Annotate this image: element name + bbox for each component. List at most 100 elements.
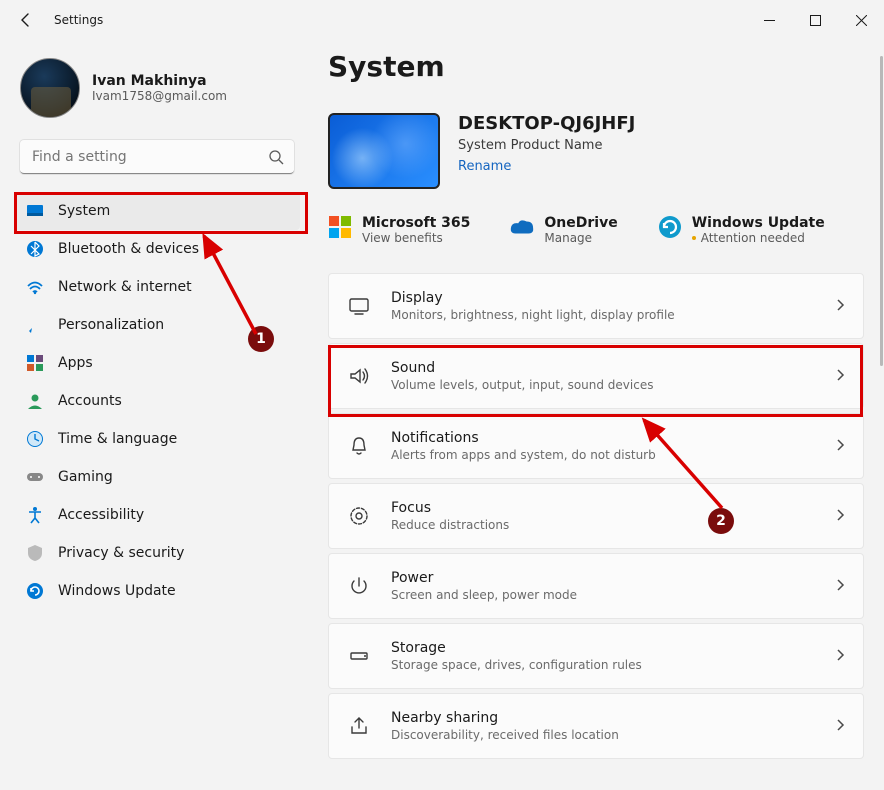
avatar [20, 58, 80, 118]
gaming-icon [26, 468, 44, 486]
sidebar-item-label: Network & internet [58, 279, 192, 295]
profile-block[interactable]: Ivan Makhinya Ivam1758@gmail.com [14, 52, 300, 136]
sidebar-item-label: Bluetooth & devices [58, 241, 199, 257]
service-title: Windows Update [692, 215, 825, 231]
services-row: Microsoft 365View benefits OneDriveManage… [328, 215, 864, 245]
titlebar: Settings [0, 0, 884, 40]
card-subtitle: Reduce distractions [391, 518, 815, 532]
service-subtitle: Attention needed [692, 231, 825, 245]
card-storage[interactable]: Storage Storage space, drives, configurat… [328, 623, 864, 689]
winupdate-icon [658, 215, 682, 239]
card-title: Power [391, 570, 815, 586]
window-controls [746, 0, 884, 40]
card-power[interactable]: Power Screen and sleep, power mode [328, 553, 864, 619]
profile-email: Ivam1758@gmail.com [92, 89, 227, 103]
main-content: System DESKTOP-QJ6JHFJ System Product Na… [310, 40, 884, 790]
maximize-button[interactable] [792, 0, 838, 40]
storage-icon [347, 644, 371, 668]
card-nearby-sharing[interactable]: Nearby sharingDiscoverability, received … [328, 693, 864, 759]
card-subtitle: Volume levels, output, input, sound devi… [391, 378, 815, 392]
sidebar-item-system[interactable]: System [14, 192, 300, 230]
card-title: Sound [391, 360, 815, 376]
apps-icon [26, 354, 44, 372]
sidebar-item-label: Accessibility [58, 507, 144, 523]
service-onedrive[interactable]: OneDriveManage [510, 215, 617, 245]
card-focus[interactable]: Focus Reduce distractions [328, 483, 864, 549]
sidebar-item-label: Time & language [58, 431, 177, 447]
update-icon [26, 582, 44, 600]
device-product-name: System Product Name [458, 138, 635, 153]
scrollbar-thumb[interactable] [880, 56, 883, 366]
wifi-icon [26, 278, 44, 296]
chevron-right-icon [835, 437, 845, 456]
chevron-right-icon [835, 297, 845, 316]
power-icon [347, 574, 371, 598]
sidebar-item-accounts[interactable]: Accounts [14, 382, 300, 420]
minimize-button[interactable] [746, 0, 792, 40]
sidebar-item-label: Personalization [58, 317, 164, 333]
card-title: Focus [391, 500, 815, 516]
system-icon [26, 202, 44, 220]
sound-icon [347, 364, 371, 388]
sidebar-item-personalization[interactable]: Personalization [14, 306, 300, 344]
service-windows-update[interactable]: Windows UpdateAttention needed [658, 215, 825, 245]
card-subtitle: Storage space, drives, configuration rul… [391, 658, 815, 672]
chevron-right-icon [835, 507, 845, 526]
card-title: Notifications [391, 430, 815, 446]
sidebar-item-windows-update[interactable]: Windows Update [14, 572, 300, 610]
card-subtitle: Monitors, brightness, night light, displ… [391, 308, 815, 322]
sidebar-item-label: Privacy & security [58, 545, 184, 561]
sidebar-item-label: Gaming [58, 469, 113, 485]
device-name: DESKTOP-QJ6JHFJ [458, 113, 635, 134]
privacy-icon [26, 544, 44, 562]
nav-list: System Bluetooth & devices Network & inter… [14, 192, 300, 610]
search-icon [268, 149, 284, 169]
card-subtitle: Discoverability, received files location [391, 728, 815, 742]
sidebar-item-label: Windows Update [58, 583, 176, 599]
sidebar-item-label: System [58, 203, 110, 219]
chevron-right-icon [835, 577, 845, 596]
search-box[interactable] [20, 140, 294, 174]
brush-icon [26, 316, 44, 334]
service-title: OneDrive [544, 215, 617, 231]
card-subtitle: Alerts from apps and system, do not dist… [391, 448, 815, 462]
settings-cards: DisplayMonitors, brightness, night light… [328, 273, 864, 779]
back-button[interactable] [18, 12, 34, 28]
card-sound[interactable]: Sound Volume levels, output, input, sound… [328, 343, 864, 409]
card-notifications[interactable]: Notifications Alerts from apps and system… [328, 413, 864, 479]
sidebar-item-accessibility[interactable]: Accessibility [14, 496, 300, 534]
chevron-right-icon [835, 717, 845, 736]
profile-name: Ivan Makhinya [92, 73, 227, 89]
display-icon [347, 294, 371, 318]
account-icon [26, 392, 44, 410]
sidebar-item-apps[interactable]: Apps [14, 344, 300, 382]
sidebar-item-privacy-security[interactable]: Privacy & security [14, 534, 300, 572]
device-block: DESKTOP-QJ6JHFJ System Product Name Rena… [328, 113, 864, 189]
sidebar-item-bluetooth-devices[interactable]: Bluetooth & devices [14, 230, 300, 268]
card-display[interactable]: DisplayMonitors, brightness, night light… [328, 273, 864, 339]
sidebar-item-label: Apps [58, 355, 93, 371]
sidebar: Ivan Makhinya Ivam1758@gmail.com System B… [0, 40, 310, 790]
page-title: System [328, 50, 864, 83]
card-title: Storage [391, 640, 815, 656]
service-title: Microsoft 365 [362, 215, 470, 231]
time-icon [26, 430, 44, 448]
desktop-preview-icon [328, 113, 440, 189]
bell-icon [347, 434, 371, 458]
close-button[interactable] [838, 0, 884, 40]
card-subtitle: Screen and sleep, power mode [391, 588, 815, 602]
focus-icon [347, 504, 371, 528]
chevron-right-icon [835, 367, 845, 386]
sidebar-item-gaming[interactable]: Gaming [14, 458, 300, 496]
search-input[interactable] [20, 140, 294, 174]
window-title: Settings [54, 13, 103, 27]
onedrive-icon [510, 215, 534, 239]
service-microsoft-[interactable]: Microsoft 365View benefits [328, 215, 470, 245]
sidebar-item-time-language[interactable]: Time & language [14, 420, 300, 458]
service-subtitle: Manage [544, 231, 617, 245]
sidebar-item-network-internet[interactable]: Network & internet [14, 268, 300, 306]
m365-icon [328, 215, 352, 239]
accessibility-icon [26, 506, 44, 524]
chevron-right-icon [835, 647, 845, 666]
rename-link[interactable]: Rename [458, 159, 511, 174]
